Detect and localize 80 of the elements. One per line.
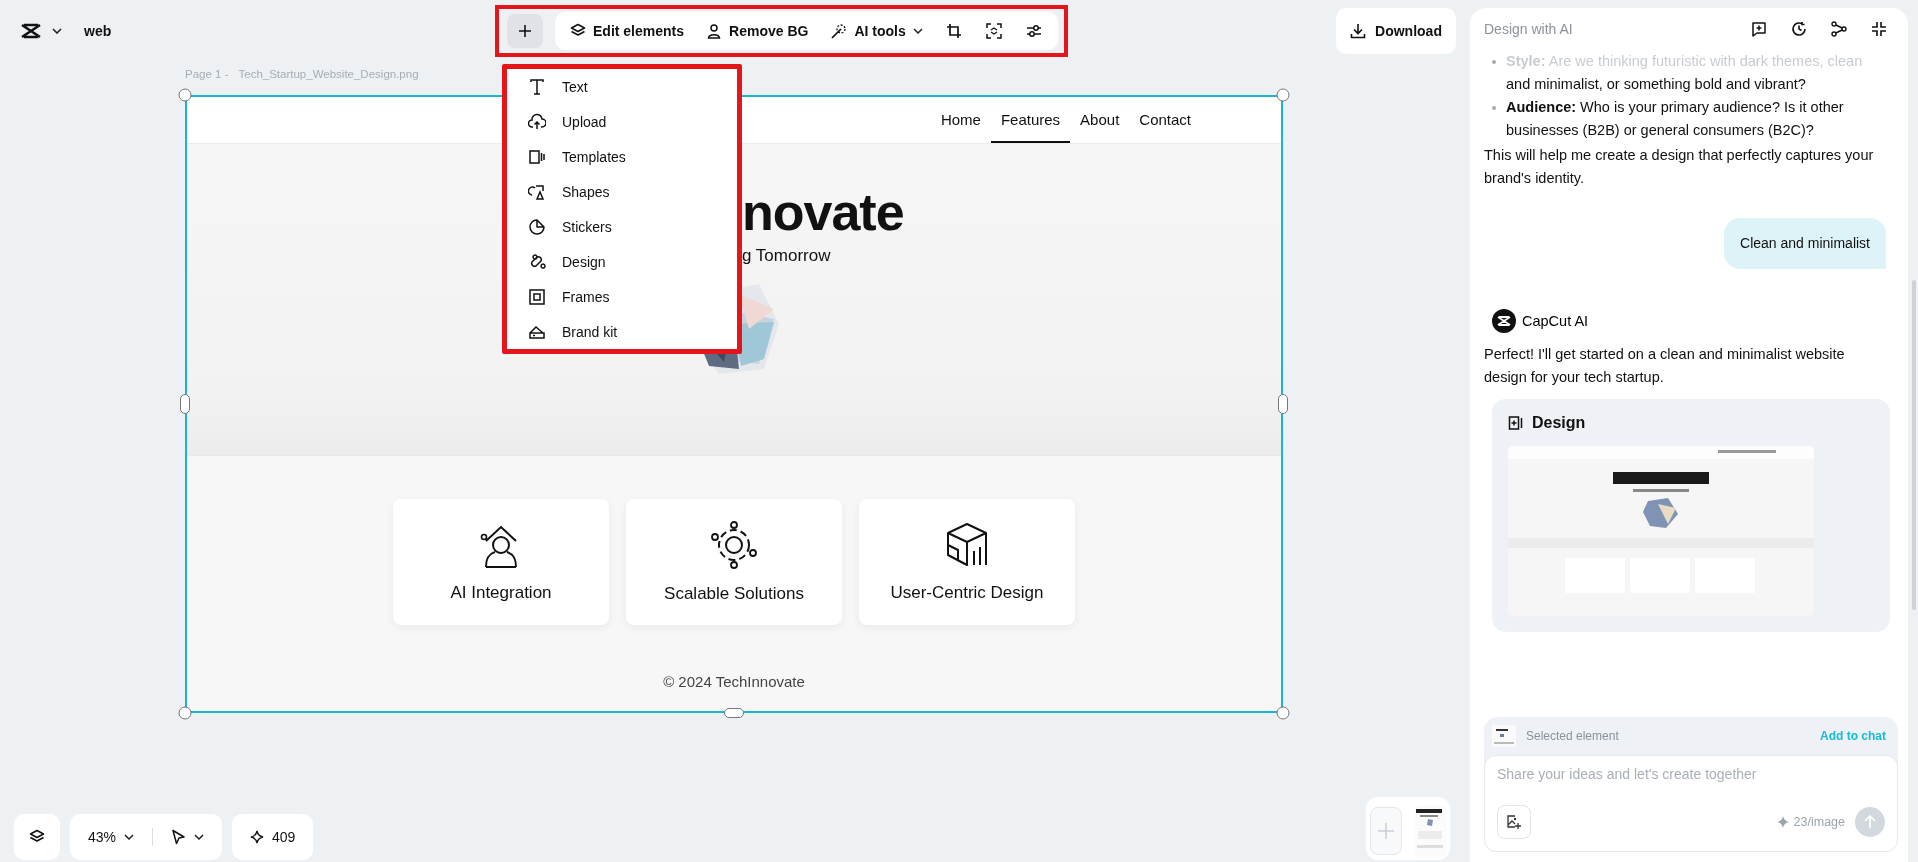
design-icon: [1508, 414, 1524, 431]
design-card[interactable]: Design: [1492, 399, 1890, 632]
menu-item[interactable]: Frames: [507, 279, 737, 314]
nav-link: About: [1079, 109, 1121, 130]
cube-icon: [944, 521, 990, 569]
list-item-text: Audience: Who is your primary audience? Is it other businesses (B2B) or general consumers (B2C)?: [1506, 98, 1845, 140]
panel-title: Design with AI: [1484, 21, 1573, 37]
menu-item[interactable]: Design: [507, 244, 737, 279]
toolbar-button[interactable]: Edit elements: [561, 15, 694, 47]
resize-handle[interactable]: [178, 88, 192, 102]
gear-icon: [709, 520, 759, 570]
layers-icon: [29, 829, 45, 845]
person-icon: [706, 23, 723, 39]
resize-handle[interactable]: [724, 708, 744, 718]
feature-title: User-Centric Design: [890, 583, 1044, 603]
history-icon: [1791, 21, 1807, 37]
card-title: Design: [1532, 413, 1586, 433]
nav-link: Home: [939, 109, 982, 130]
caret-icon: [194, 834, 205, 840]
cost-label: 23/image: [1793, 815, 1845, 829]
selected-element-label: Selected element: [1526, 729, 1619, 743]
resize-handle[interactable]: [180, 394, 190, 414]
caret-icon: [124, 834, 135, 840]
image-add-icon: [1506, 814, 1522, 830]
design-icon: [528, 252, 546, 271]
menu-item[interactable]: Shapes: [507, 174, 737, 209]
sliders-icon: [1025, 23, 1042, 39]
add-image-button[interactable]: [1497, 805, 1531, 839]
avatar-icon: [1492, 309, 1516, 333]
caret-icon: [52, 28, 62, 34]
menu-item[interactable]: Brand kit: [507, 314, 737, 349]
download-button[interactable]: Download: [1336, 8, 1456, 54]
sender-name: CapCut AI: [1522, 311, 1589, 331]
sparkle-icon: [250, 830, 265, 844]
message-text: This will help me create a design that perfectly captures your brand's identity.: [1484, 146, 1875, 188]
toolbar-button[interactable]: Remove BG: [697, 15, 818, 47]
list-item-text: and minimalist, or something bold and vibrant?: [1505, 75, 1807, 94]
zoom-dropdown[interactable]: 43%: [84, 822, 139, 852]
resize-handle[interactable]: [1278, 394, 1288, 414]
sticker-icon: [528, 217, 546, 236]
hero-title: novate: [742, 182, 905, 242]
logo-icon: [20, 22, 42, 40]
footer-text: © 2024 TechInnovate: [663, 673, 805, 690]
feature-title: Scalable Solutions: [664, 584, 804, 604]
resize-handle[interactable]: [1276, 88, 1290, 102]
menu-item[interactable]: Stickers: [507, 209, 737, 244]
shapes-icon: [528, 182, 546, 201]
pointer-icon: [171, 829, 187, 845]
sparkle-icon: [1776, 816, 1789, 828]
page-label: Page 1 -: [185, 68, 229, 82]
scan-icon: [985, 23, 1002, 39]
credits-button[interactable]: 409: [232, 814, 314, 860]
file-name: Tech_Startup_Website_Design.png: [238, 68, 419, 82]
layers-icon: [570, 23, 586, 39]
toolbar-button[interactable]: AI tools: [821, 15, 932, 47]
share-button[interactable]: [1828, 18, 1850, 40]
menu-item[interactable]: Templates: [507, 139, 737, 174]
share-icon: [1831, 21, 1847, 37]
message-text: Perfect! I'll get started on a clean and minimalist website design for your tech startup.: [1484, 345, 1846, 387]
frame-icon: [528, 287, 546, 306]
nav-link: Contact: [1138, 109, 1192, 130]
new-chat-icon: [1751, 21, 1767, 37]
plus-icon: [518, 24, 532, 38]
user-message: Clean and minimalist: [1724, 218, 1886, 269]
feature-title: AI Integration: [450, 583, 552, 603]
crop-icon: [945, 23, 962, 39]
cloud-upload-icon: [528, 112, 546, 131]
resize-handle[interactable]: [178, 706, 192, 720]
magic-wand-icon: [830, 22, 848, 40]
plus-icon: [1377, 821, 1395, 840]
hero-subtitle: g Tomorrow: [742, 246, 832, 266]
collapse-icon: [1871, 21, 1887, 37]
layers-button[interactable]: [14, 814, 60, 860]
templates-icon: [528, 147, 546, 166]
arrow-up-icon: [1864, 815, 1876, 829]
project-name: web: [84, 23, 112, 39]
download-icon: [1350, 23, 1367, 39]
menu-item[interactable]: Upload: [507, 104, 737, 139]
text-icon: [528, 77, 546, 96]
add-button[interactable]: [507, 14, 543, 48]
